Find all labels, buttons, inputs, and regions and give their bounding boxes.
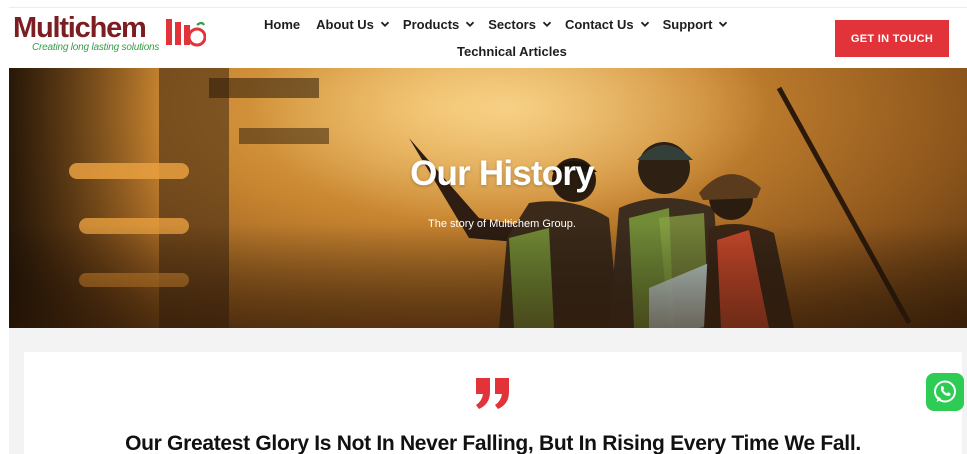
logo-mark-icon [166,19,206,47]
nav-home[interactable]: Home [264,17,300,32]
nav-contact-us-label: Contact Us [564,16,634,32]
chevron-down-icon [542,21,552,27]
whatsapp-icon [934,380,956,403]
chevron-down-icon [719,21,728,27]
get-in-touch-button[interactable]: GET IN TOUCH [835,20,949,57]
page-title: Our History [410,154,595,193]
nav-about-us-label: About Us [316,16,374,32]
nav-about-us[interactable]: About Us [316,17,390,32]
nav-sectors-label: Sectors [488,16,536,32]
nav-contact-us[interactable]: Contact Us [565,17,650,32]
logo-wordmark: Multichem [13,12,147,44]
page-subtitle: The story of Multichem Group. [428,218,576,230]
chevron-down-icon [466,21,475,27]
nav-technical-articles[interactable]: Technical Articles [457,44,567,59]
chevron-down-icon [380,21,390,27]
whatsapp-button[interactable] [926,373,964,411]
quote-text: Our Greatest Glory Is Not In Never Falli… [125,432,861,454]
nav-support[interactable]: Support [663,17,729,32]
nav-sectors[interactable]: Sectors [488,17,552,32]
main-nav: Home About Us Products Sectors Contact U… [264,14,728,34]
hero-background-image [9,68,967,328]
site-header: Multichem Creating long lasting solution… [0,0,967,68]
quote-icon [476,378,509,409]
nav-products[interactable]: Products [403,17,475,32]
chevron-down-icon [640,21,649,27]
logo-tagline: Creating long lasting solutions [32,42,160,53]
multichem-logo[interactable]: Multichem Creating long lasting solution… [13,12,206,57]
nav-support-label: Support [662,16,713,32]
nav-products-label: Products [402,16,460,32]
hero-banner: Our History The story of Multichem Group… [9,68,967,328]
nav-home-label: Home [264,16,301,32]
header-divider [9,7,967,8]
